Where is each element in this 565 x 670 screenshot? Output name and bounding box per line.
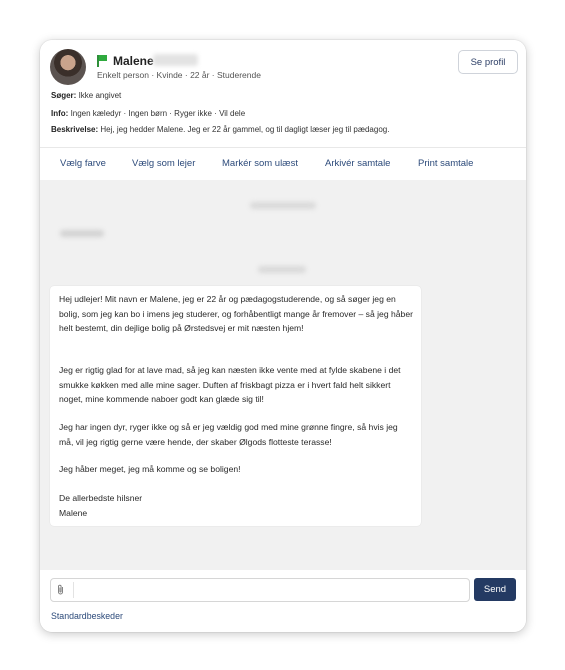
- message-thread[interactable]: Hej udlejer! Mit navn er Malene, jeg er …: [40, 180, 526, 570]
- description-line: Beskrivelse: Hej, jeg hedder Malene. Jeg…: [51, 125, 389, 134]
- archive-conversation-action[interactable]: Arkivér samtale: [325, 158, 390, 169]
- profile-name: Malene: [113, 54, 154, 68]
- seeks-label: Søger:: [51, 91, 77, 100]
- description-label: Beskrivelse:: [51, 125, 99, 134]
- info-line: Info: Ingen kæledyr · Ingen børn · Ryger…: [51, 109, 245, 118]
- send-button[interactable]: Send: [474, 578, 516, 601]
- message-input[interactable]: [50, 578, 470, 602]
- signature-name: Malene: [59, 507, 88, 518]
- message-paragraph: Hej udlejer! Mit navn er Malene, jeg er …: [59, 294, 413, 334]
- message-paragraph: Jeg har ingen dyr, ryger ikke og så er j…: [59, 422, 398, 447]
- message-bubble: Hej udlejer! Mit navn er Malene, jeg er …: [50, 286, 421, 526]
- message-paragraph: Jeg er rigtig glad for at lave mad, så j…: [59, 365, 401, 405]
- standard-messages-link[interactable]: Standardbeskeder: [51, 611, 123, 621]
- choose-color-action[interactable]: Vælg farve: [60, 158, 106, 169]
- profile-subinfo: Enkelt person · Kvinde · 22 år · Studere…: [97, 70, 261, 80]
- redacted-message: [60, 230, 104, 237]
- paperclip-icon[interactable]: [57, 584, 64, 598]
- see-profile-button[interactable]: Se profil: [458, 50, 518, 74]
- redacted-date: [258, 266, 306, 273]
- print-conversation-action[interactable]: Print samtale: [418, 158, 473, 169]
- conversation-card: Malene Enkelt person · Kvinde · 22 år · …: [40, 40, 526, 632]
- choose-as-tenant-action[interactable]: Vælg som lejer: [132, 158, 195, 169]
- message-composer: Send Standardbeskeder: [40, 570, 526, 632]
- redacted-date: [250, 202, 316, 209]
- seeks-line: Søger: Ikke angivet: [51, 91, 121, 100]
- flag-icon: [97, 55, 107, 67]
- input-divider: [73, 582, 74, 598]
- message-paragraph: Jeg håber meget, jeg må komme og se boli…: [59, 464, 241, 474]
- profile-header: Malene Enkelt person · Kvinde · 22 år · …: [40, 40, 526, 147]
- conversation-actions: Vælg farve Vælg som lejer Markér som ulæ…: [40, 147, 526, 181]
- description-value: Hej, jeg hedder Malene. Jeg er 22 år gam…: [100, 125, 390, 134]
- info-value: Ingen kæledyr · Ingen børn · Ryger ikke …: [70, 109, 246, 118]
- signature-greeting: De allerbedste hilsner: [59, 493, 143, 503]
- seeks-value: Ikke angivet: [78, 91, 122, 100]
- info-label: Info:: [51, 109, 69, 118]
- mark-unread-action[interactable]: Markér som ulæst: [222, 158, 298, 169]
- paperclip-svg: [58, 584, 63, 595]
- redacted-surname: [153, 54, 198, 66]
- message-signature: De allerbedste hilsner Malene: [59, 491, 413, 520]
- avatar[interactable]: [50, 49, 86, 85]
